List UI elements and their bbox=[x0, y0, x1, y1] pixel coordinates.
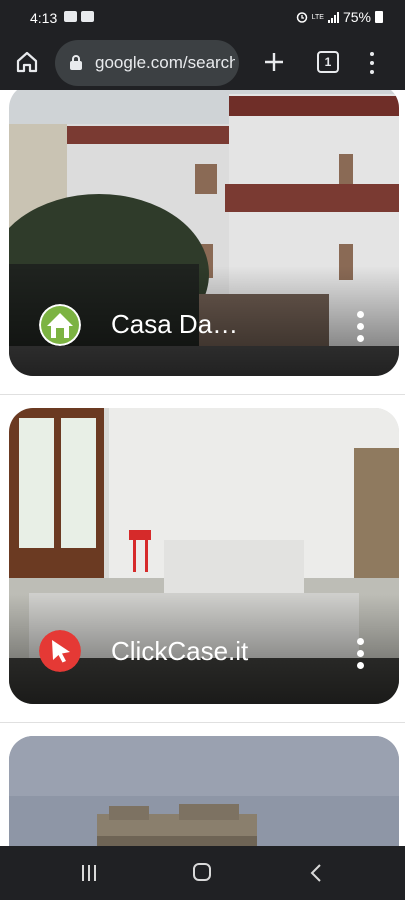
system-nav-bar bbox=[0, 846, 405, 900]
gallery-notification-icon bbox=[64, 11, 77, 22]
tab-switcher-icon[interactable]: 1 bbox=[317, 51, 339, 73]
home-nav-icon[interactable] bbox=[193, 863, 211, 881]
result-card[interactable]: ClickCase.it bbox=[9, 408, 399, 704]
divider bbox=[0, 394, 405, 395]
browser-toolbar: google.com/search 1 bbox=[0, 36, 405, 90]
green-house-icon bbox=[39, 304, 81, 346]
recent-apps-icon[interactable] bbox=[80, 865, 98, 881]
home-icon[interactable] bbox=[14, 49, 40, 75]
status-bar: 4:13 LTE 75% bbox=[0, 0, 405, 36]
url-text: google.com/search bbox=[95, 53, 235, 72]
divider bbox=[0, 722, 405, 723]
back-icon[interactable] bbox=[309, 863, 323, 883]
result-card[interactable]: Casa Da… bbox=[9, 90, 399, 376]
signal-icon bbox=[327, 11, 339, 23]
more-vert-icon[interactable] bbox=[357, 638, 365, 670]
result-card[interactable] bbox=[9, 736, 399, 846]
tab-count: 1 bbox=[324, 55, 332, 69]
new-tab-icon[interactable] bbox=[262, 50, 286, 74]
app-notification-icon bbox=[81, 11, 94, 22]
status-right: LTE 75% bbox=[296, 9, 383, 25]
result-title[interactable]: Casa Da… bbox=[111, 309, 238, 340]
address-bar[interactable]: google.com/search bbox=[55, 40, 239, 86]
lock-icon bbox=[70, 55, 82, 70]
battery-icon bbox=[375, 11, 383, 23]
image-results: Casa Da… ClickCase.it bbox=[0, 90, 405, 846]
result-title[interactable]: ClickCase.it bbox=[111, 636, 248, 667]
network-type: LTE bbox=[311, 13, 324, 21]
battery-percent: 75% bbox=[342, 9, 371, 25]
alarm-icon bbox=[296, 12, 307, 23]
red-cursor-icon bbox=[39, 630, 81, 672]
result-image bbox=[9, 736, 399, 846]
status-time: 4:13 bbox=[30, 10, 58, 26]
more-vert-icon[interactable] bbox=[357, 311, 365, 343]
more-vert-icon[interactable] bbox=[362, 50, 382, 76]
